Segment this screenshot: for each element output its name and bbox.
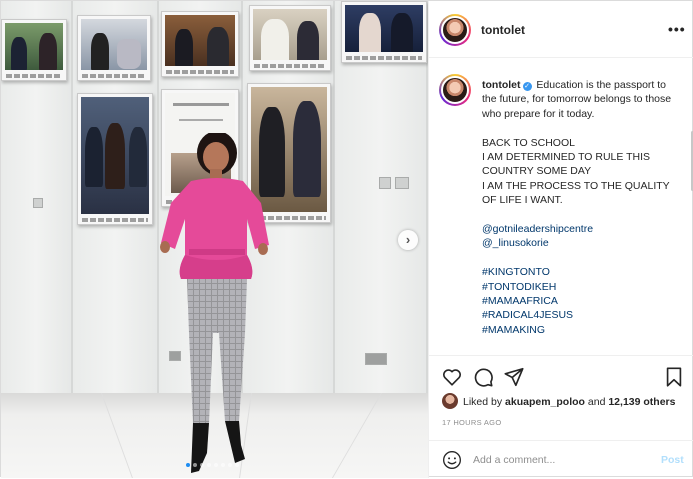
caption-line: I AM DETERMINED TO RULE THIS COUNTRY SOM… <box>482 151 651 178</box>
framed-photo <box>341 1 427 63</box>
carousel-dot <box>228 463 232 467</box>
carousel-dot <box>207 463 211 467</box>
comment-icon[interactable] <box>472 366 494 388</box>
bookmark-icon[interactable] <box>663 366 685 388</box>
instagram-post: › tontolet ••• tontolet ✓ Education is th… <box>0 0 693 478</box>
liked-by-user[interactable]: akuapem_poloo <box>505 396 585 408</box>
wall-switch <box>379 177 391 189</box>
verified-badge-icon: ✓ <box>522 82 532 91</box>
carousel-dot <box>200 463 204 467</box>
mention-link[interactable]: @_linusokorie <box>482 236 682 250</box>
wall-switch <box>33 198 43 208</box>
hashtag-link[interactable]: #TONTODIKEH <box>482 280 682 294</box>
header-username[interactable]: tontolet <box>481 23 525 37</box>
hashtag-link[interactable]: #RADICAL4JESUS <box>482 308 682 322</box>
wall-socket <box>365 353 387 365</box>
liked-by-others[interactable]: 12,139 others <box>608 396 675 408</box>
caption-area: tontolet ✓ Education is the passport to t… <box>429 59 693 355</box>
hashtag-link[interactable]: #MAMAAFRICA <box>482 294 682 308</box>
chevron-right-icon: › <box>405 232 411 247</box>
framed-photo <box>161 11 239 77</box>
heart-icon[interactable] <box>441 366 463 388</box>
carousel-indicator <box>186 463 239 467</box>
post-actions: Liked by akuapem_poloo and 12,139 others… <box>429 355 693 478</box>
caption-line: BACK TO SCHOOL <box>482 136 575 149</box>
carousel-dot <box>221 463 225 467</box>
post-photo[interactable]: › <box>1 1 428 478</box>
woman-figure <box>160 133 269 473</box>
emoji-icon[interactable] <box>442 450 462 470</box>
more-options-icon[interactable]: ••• <box>668 21 686 37</box>
carousel-dot <box>186 463 190 467</box>
paper-plane-icon[interactable] <box>503 366 525 388</box>
avatar[interactable] <box>439 14 471 46</box>
liked-by-prefix: Liked by <box>463 396 503 408</box>
post-timestamp[interactable]: 17 HOURS AGO <box>442 418 501 427</box>
caption-line: I AM THE PROCESS TO THE QUALITY OF LIFE … <box>482 179 670 207</box>
post-comment-button[interactable]: Post <box>661 454 684 466</box>
hashtag-link[interactable]: #KINGTONTO <box>482 265 682 279</box>
mention-link[interactable]: @gotnileadershipcentre <box>482 222 682 236</box>
comment-row: Post <box>429 440 693 479</box>
liked-by-connector: and <box>587 396 606 408</box>
carousel-dot <box>193 463 197 467</box>
wall-switch <box>395 177 409 189</box>
framed-photo <box>77 15 151 81</box>
carousel-dot <box>214 463 218 467</box>
carousel-dot <box>235 463 239 467</box>
hashtag-link[interactable]: #MAMAKING <box>482 323 682 337</box>
liked-by-text: Liked by akuapem_poloo and 12,139 others <box>463 396 675 408</box>
carousel-next-button[interactable]: › <box>398 230 418 250</box>
framed-photo <box>249 5 331 71</box>
caption-text: tontolet ✓ Education is the passport to t… <box>482 78 682 337</box>
post-sidebar: tontolet ••• tontolet ✓ Education is the … <box>428 1 693 478</box>
framed-photo <box>77 93 153 225</box>
caption-username[interactable]: tontolet <box>482 79 521 91</box>
comment-input[interactable] <box>473 452 653 468</box>
framed-photo <box>1 19 67 81</box>
avatar[interactable] <box>439 74 471 106</box>
post-header: tontolet ••• <box>429 1 693 58</box>
liked-by-avatar[interactable] <box>442 393 458 409</box>
